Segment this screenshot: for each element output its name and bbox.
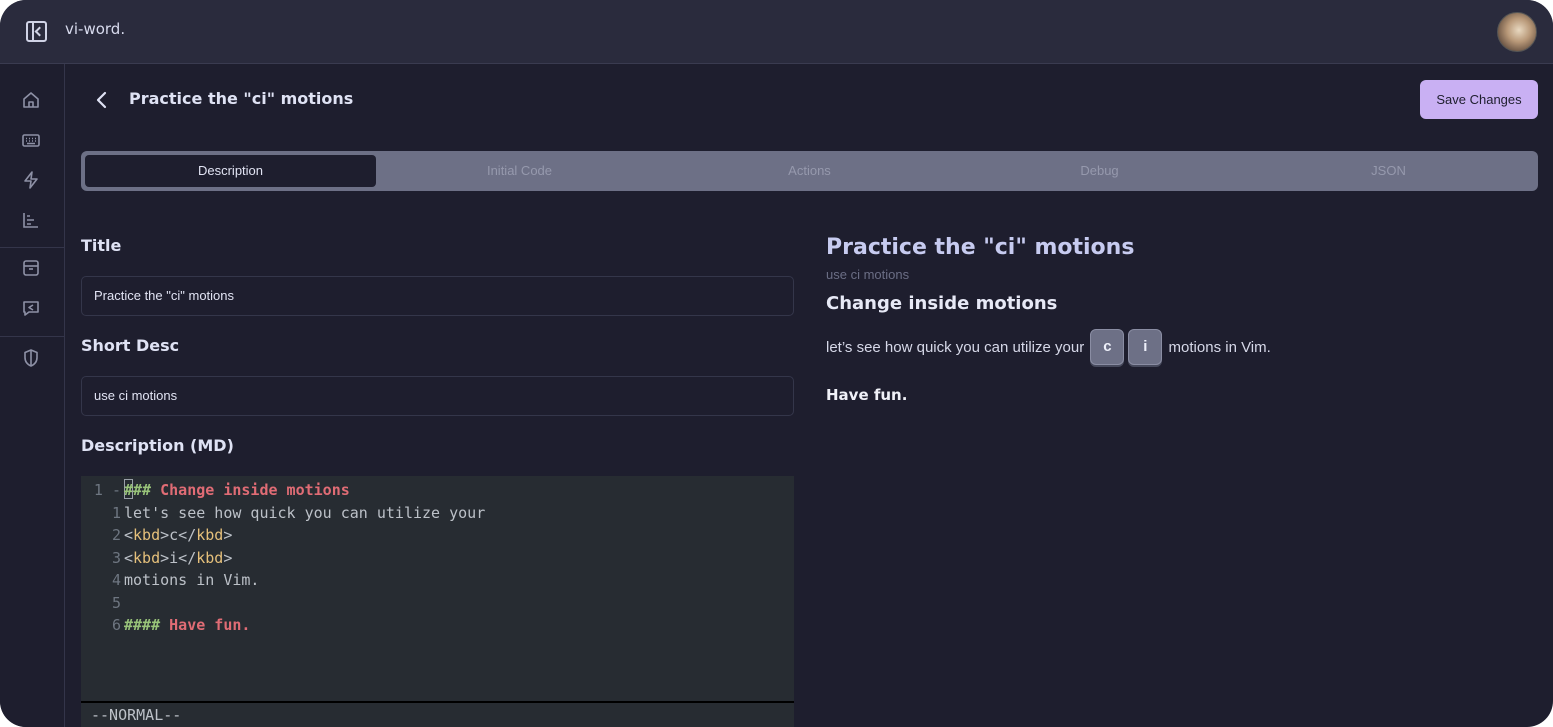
app-name[interactable]: vi-word. bbox=[65, 20, 125, 38]
tab-actions[interactable]: Actions bbox=[664, 155, 955, 187]
preview-text: motions in Vim. bbox=[1164, 338, 1271, 356]
preview-subtitle: use ci motions bbox=[826, 267, 910, 282]
line-number: 4 bbox=[111, 571, 121, 589]
description-label: Description (MD) bbox=[81, 436, 234, 455]
tab-json[interactable]: JSON bbox=[1243, 155, 1534, 187]
code-token: > bbox=[223, 526, 233, 544]
line-number: 3 bbox=[111, 548, 121, 567]
code-token: >i</ bbox=[160, 548, 197, 567]
short-desc-label: Short Desc bbox=[81, 336, 180, 355]
tab-initial-code[interactable]: Initial Code bbox=[374, 155, 665, 187]
shield-icon[interactable] bbox=[21, 348, 41, 368]
markdown-editor[interactable]: 6 #### Have fun. 5 4 motions in Vim. 3 <kbd>i<… bbox=[81, 476, 794, 727]
title-input[interactable]: Practice the "ci" motions bbox=[81, 276, 794, 316]
save-changes-button[interactable]: Save Changes bbox=[1420, 80, 1538, 119]
preview-paragraph: let’s see how quick you can utilize your… bbox=[826, 328, 1271, 366]
code-token: < bbox=[124, 526, 134, 544]
page-title: Practice the "ci" motions bbox=[129, 89, 354, 108]
preview-title: Practice the "ci" motions bbox=[826, 235, 1135, 260]
home-icon[interactable] bbox=[21, 90, 41, 110]
code-text: motions in Vim. bbox=[124, 569, 259, 591]
line-number: 2 bbox=[111, 526, 121, 544]
tab-description[interactable]: Description bbox=[85, 155, 376, 187]
top-bar: vi-word. bbox=[0, 0, 1553, 64]
kbd-key: c bbox=[1090, 329, 1125, 365]
short-desc-input[interactable]: use ci motions bbox=[81, 376, 794, 416]
code-text: <kbd>i</kbd> bbox=[124, 547, 232, 569]
inbox-icon[interactable] bbox=[21, 258, 41, 278]
app-window: vi-word. Practice the "ci" motions Save … bbox=[0, 0, 1553, 727]
sidebar-toggle-icon[interactable] bbox=[26, 21, 47, 42]
sidebar bbox=[0, 64, 65, 727]
code-token: kbd bbox=[133, 548, 161, 567]
code-token: kbd bbox=[196, 548, 224, 567]
code-token: Have fun. bbox=[160, 616, 251, 634]
tab-bar: Description Initial Code Actions Debug J… bbox=[81, 151, 1538, 191]
lightning-icon[interactable] bbox=[21, 170, 41, 190]
title-label: Title bbox=[81, 236, 122, 255]
preview-closing: Have fun. bbox=[826, 386, 908, 404]
code-token: motions in Vim. bbox=[124, 571, 260, 589]
line-number: 6 bbox=[111, 616, 121, 634]
code-token: >c</ bbox=[160, 526, 197, 544]
sidebar-divider bbox=[0, 247, 65, 248]
sidebar-divider bbox=[0, 336, 65, 337]
preview-text: let’s see how quick you can utilize your bbox=[826, 338, 1089, 356]
code-token: ### bbox=[124, 481, 152, 499]
code-token: Change inside motions bbox=[151, 481, 350, 499]
line-number: 5 bbox=[111, 593, 121, 612]
keyboard-icon[interactable] bbox=[21, 130, 41, 150]
avatar[interactable] bbox=[1497, 12, 1537, 52]
chart-icon[interactable] bbox=[21, 210, 41, 230]
code-text: let's see how quick you can utilize your bbox=[124, 502, 485, 524]
code-text: <kbd>c</kbd> bbox=[124, 524, 232, 546]
tab-debug[interactable]: Debug bbox=[954, 155, 1245, 187]
code-token: < bbox=[124, 548, 134, 567]
chevron-left-icon[interactable] bbox=[92, 89, 112, 111]
code-token: kbd bbox=[196, 526, 224, 544]
code-text: #### Have fun. bbox=[124, 614, 250, 636]
code-text: ### Change inside motions bbox=[124, 479, 350, 501]
code-token: kbd bbox=[133, 526, 161, 544]
code-token: > bbox=[223, 548, 233, 567]
code-token: #### bbox=[124, 616, 161, 634]
code-token: let's see how quick you can utilize your bbox=[124, 503, 486, 522]
message-reply-icon[interactable] bbox=[21, 298, 41, 318]
line-number: 1 bbox=[111, 503, 121, 522]
kbd-key: i bbox=[1128, 329, 1163, 365]
line-number: 1 - bbox=[93, 481, 121, 499]
preview-heading: Change inside motions bbox=[826, 293, 1058, 314]
vim-mode-status: --NORMAL-- bbox=[81, 701, 794, 727]
